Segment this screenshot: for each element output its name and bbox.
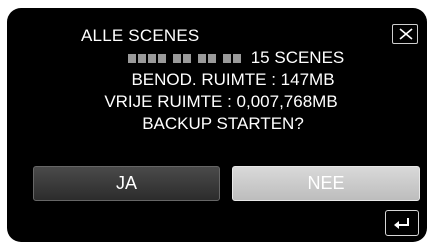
no-button-label: NEE xyxy=(307,173,345,193)
yes-button[interactable]: JA xyxy=(33,166,220,201)
close-button[interactable] xyxy=(392,24,418,44)
close-icon xyxy=(399,28,413,40)
return-arrow-icon xyxy=(394,218,409,229)
backup-confirm-screen: ALLE SCENES 15 SCENES BENOD. RUIMTE : 14… xyxy=(7,8,427,242)
back-button[interactable] xyxy=(385,210,419,236)
date-placeholder xyxy=(127,53,241,63)
free-space-text: VRIJE RUIMTE : 0,007,768MB xyxy=(104,92,338,111)
no-button[interactable]: NEE xyxy=(232,166,420,201)
scene-count: 15 SCENES xyxy=(250,48,345,67)
dialog-title: ALLE SCENES xyxy=(81,26,200,45)
yes-button-label: JA xyxy=(115,173,137,193)
scene-info-row: 15 SCENES xyxy=(7,48,427,68)
backup-question: BACKUP STARTEN? xyxy=(142,114,304,133)
required-space-text: BENOD. RUIMTE : 147MB xyxy=(131,70,335,89)
